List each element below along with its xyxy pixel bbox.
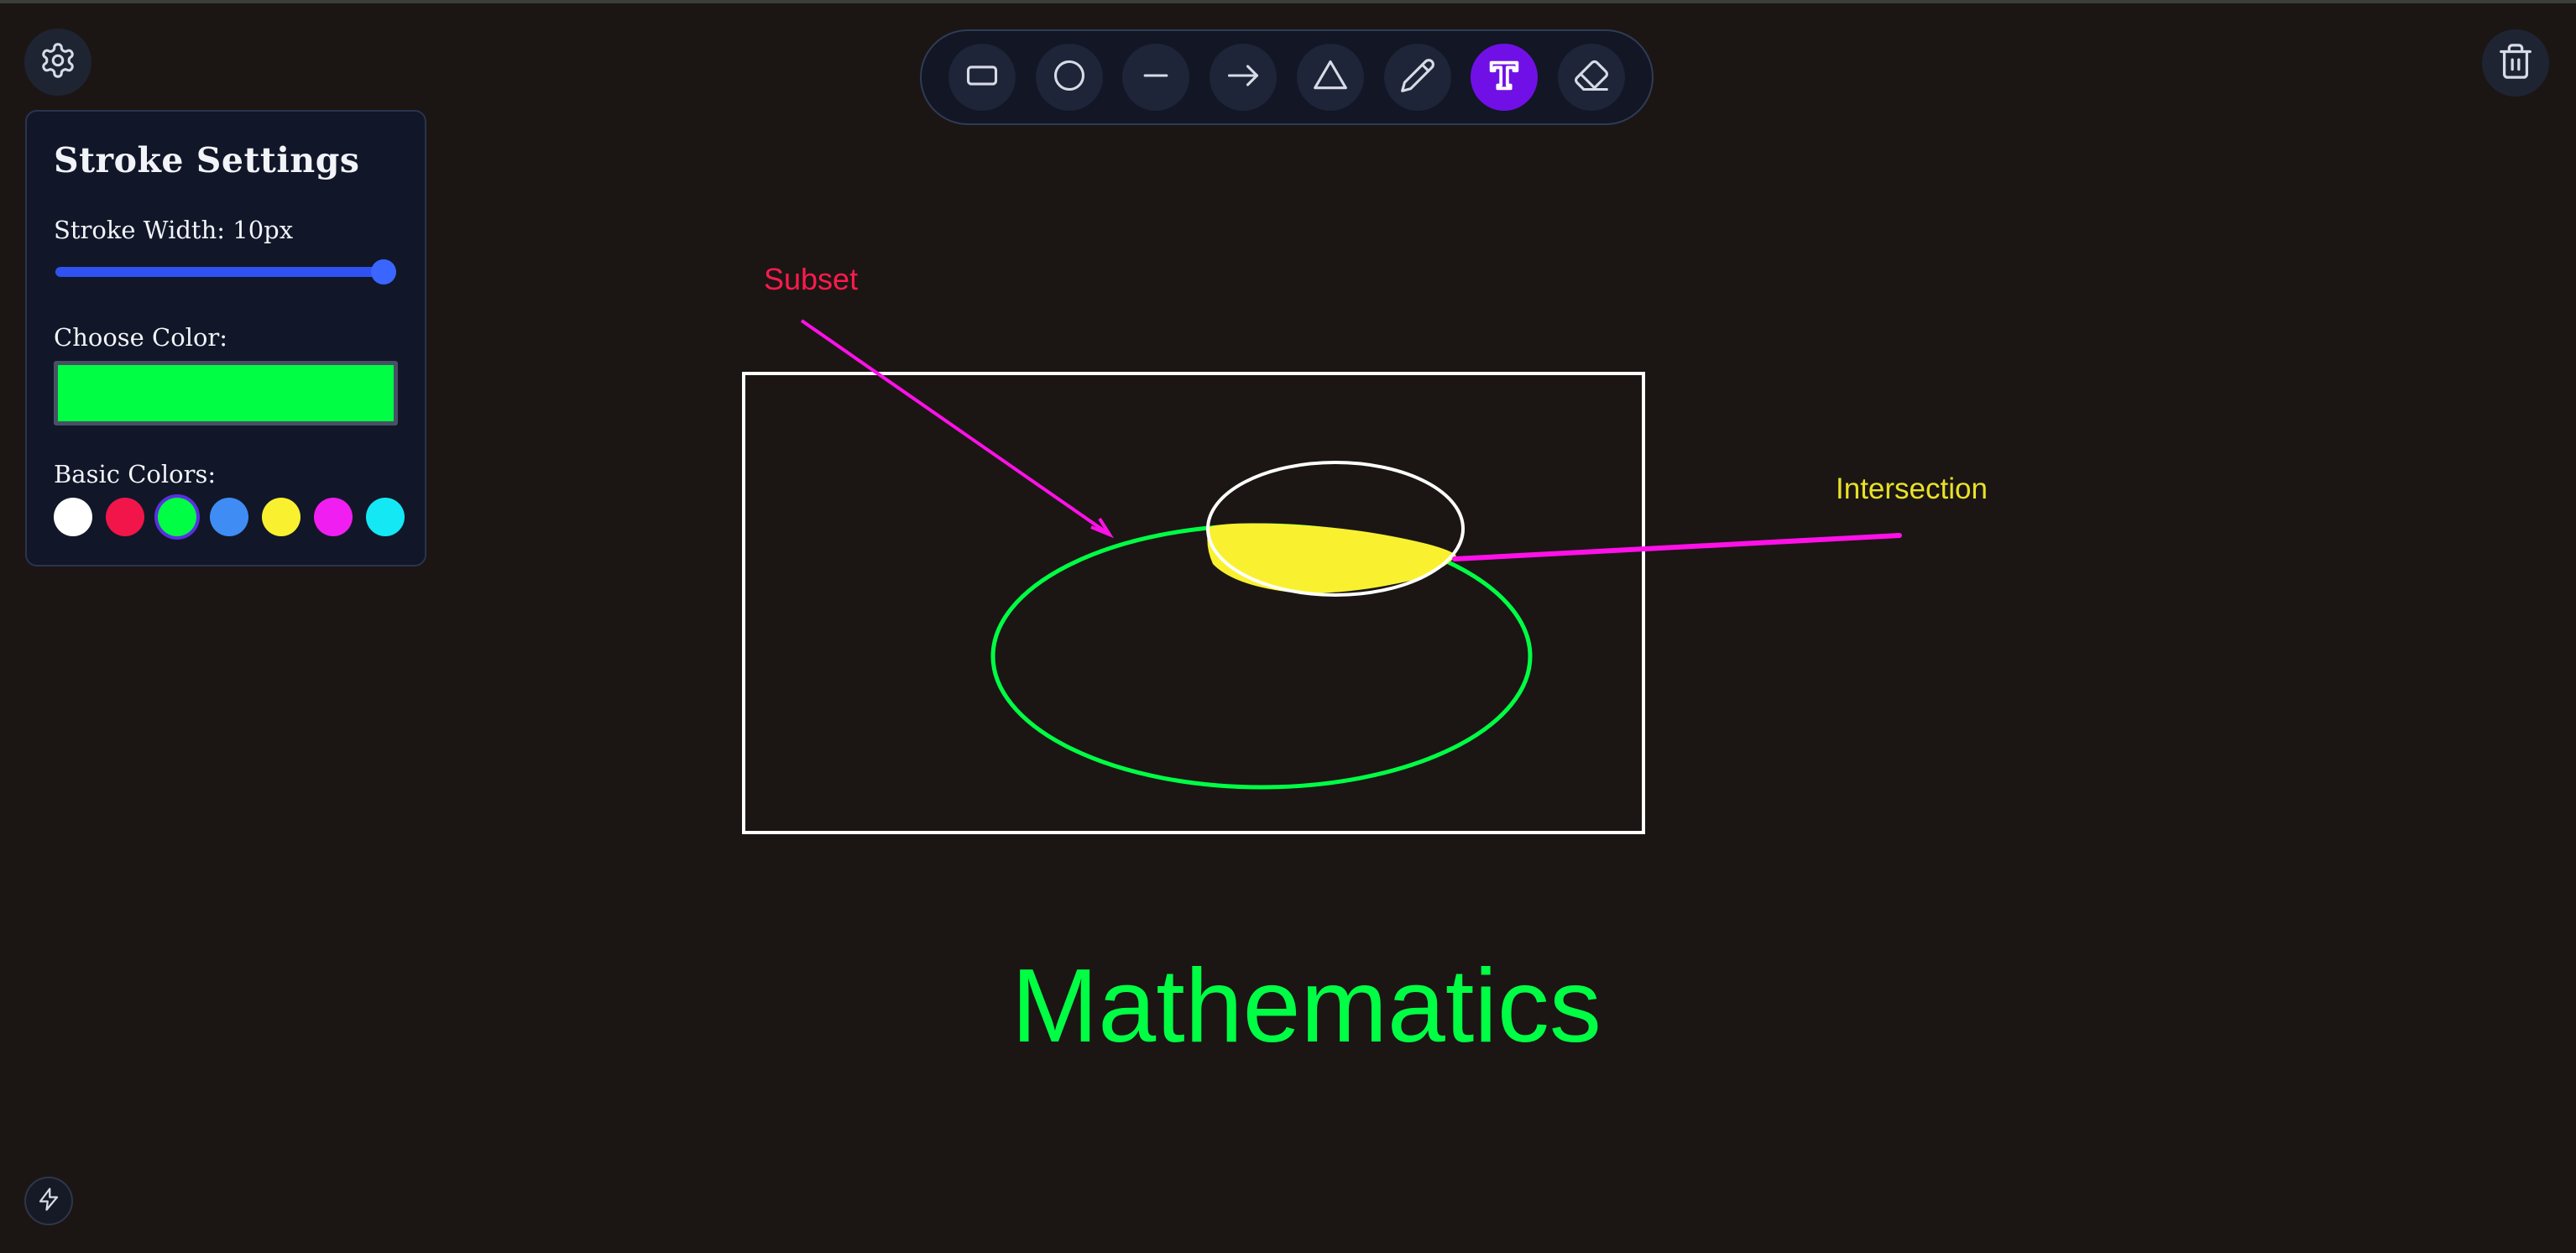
canvas-text-intersection: Intersection <box>1836 472 1988 505</box>
canvas-text-mathematics: Mathematics <box>1011 948 1602 1064</box>
quick-action-button[interactable] <box>24 1177 73 1225</box>
canvas-subset-arrow <box>800 319 1115 539</box>
canvas-intersection-line <box>1452 533 1902 561</box>
canvas-text-subset: Subset <box>764 262 859 296</box>
lightning-icon <box>36 1187 61 1215</box>
canvas-intersection-fill <box>1207 523 1456 593</box>
